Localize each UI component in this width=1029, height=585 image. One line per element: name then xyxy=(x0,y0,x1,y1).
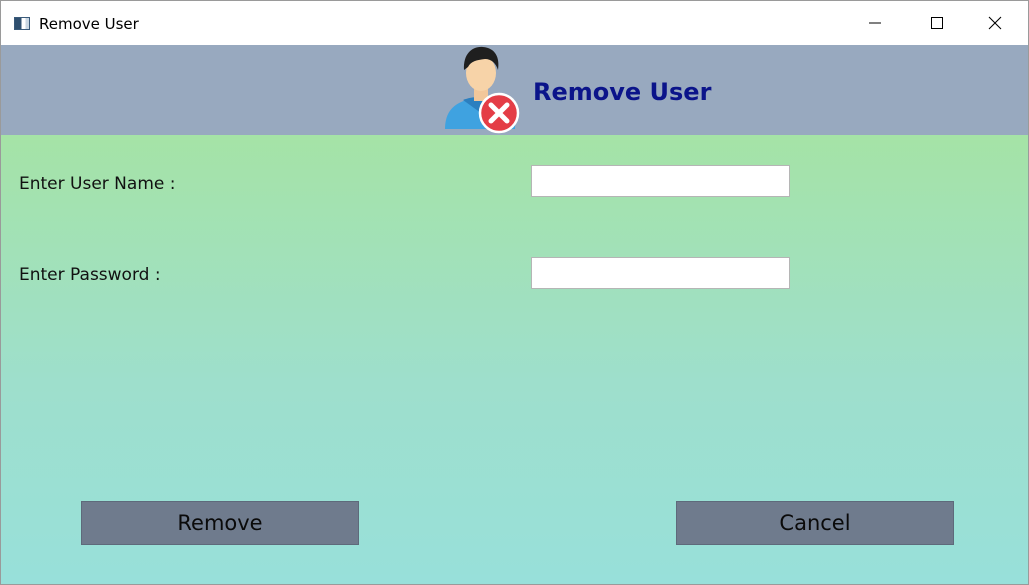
cancel-button[interactable]: Cancel xyxy=(676,501,954,545)
app-window-icon xyxy=(14,17,30,30)
maximize-button[interactable] xyxy=(914,1,960,45)
window-title: Remove User xyxy=(39,15,139,33)
password-input[interactable] xyxy=(531,257,790,289)
remove-button[interactable]: Remove xyxy=(81,501,359,545)
close-icon xyxy=(988,16,1002,30)
remove-user-window: Remove User Remove User Enter User Name … xyxy=(0,0,1029,585)
minimize-button[interactable] xyxy=(852,1,898,45)
page-title: Remove User xyxy=(533,78,712,106)
username-input[interactable] xyxy=(531,165,790,197)
remove-user-icon xyxy=(445,46,520,134)
maximize-icon xyxy=(931,17,943,29)
close-button[interactable] xyxy=(972,1,1018,45)
username-label: Enter User Name : xyxy=(19,174,176,194)
minimize-icon xyxy=(869,22,881,24)
title-bar[interactable]: Remove User xyxy=(1,1,1028,45)
password-label: Enter Password : xyxy=(19,265,161,285)
